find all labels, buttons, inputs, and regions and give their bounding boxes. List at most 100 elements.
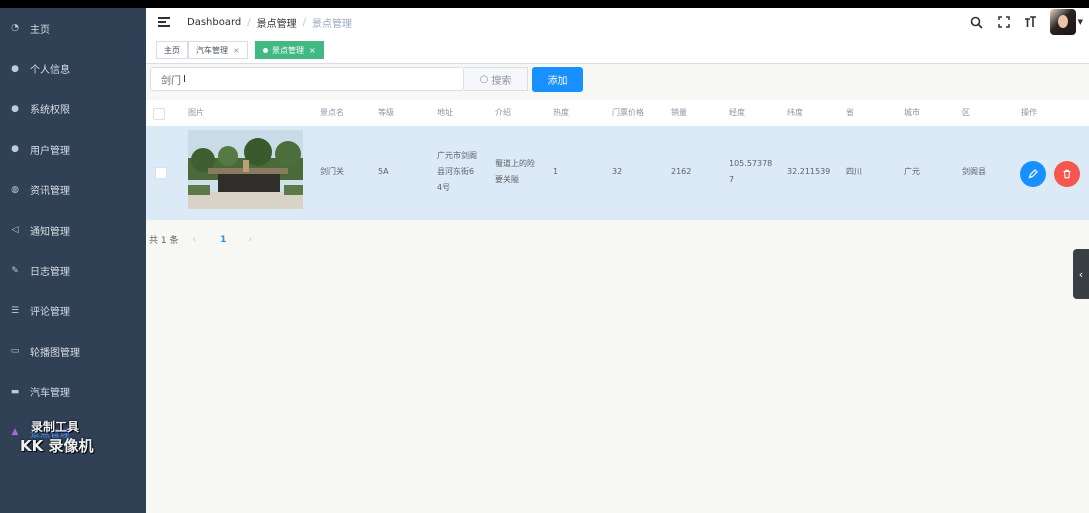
select-all-checkbox[interactable] xyxy=(153,108,165,120)
column-header: 操作 xyxy=(1021,108,1037,117)
chevron-left-icon: ‹ xyxy=(1078,267,1084,281)
edit-button[interactable] xyxy=(1020,161,1046,187)
search-input[interactable]: 剑门 I xyxy=(150,67,464,91)
tag-attractions[interactable]: 景点管理 × xyxy=(255,41,324,59)
search-icon[interactable] xyxy=(969,14,985,30)
pagination: 共 1 条 ‹ 1 › xyxy=(149,233,252,247)
close-icon[interactable]: × xyxy=(309,46,316,55)
next-page-icon[interactable]: › xyxy=(248,235,252,245)
user-lock-icon: ● xyxy=(11,103,19,114)
hamburger-icon[interactable] xyxy=(158,17,170,27)
cell-city: 广元 xyxy=(904,167,920,176)
right-menu: ▼ xyxy=(969,8,1089,36)
cell-address-line: 县河东街6 xyxy=(437,167,475,176)
cell-intro-line: 蜀道上的险 xyxy=(495,159,535,168)
cell-price: 32 xyxy=(612,167,623,176)
tag-label: 主页 xyxy=(164,45,180,55)
breadcrumb-separator: / xyxy=(302,16,307,28)
column-header: 区 xyxy=(962,108,970,117)
sidebar-item-label: 轮播图管理 xyxy=(30,347,80,359)
caret-down-icon[interactable]: ▼ xyxy=(1078,18,1083,26)
cell-longitude: 105.57378 7 xyxy=(729,156,772,188)
dashboard-icon: ◔ xyxy=(11,23,19,34)
cell-address: 广元市剑阁 县河东街6 4号 xyxy=(437,148,477,196)
column-header: 地址 xyxy=(437,108,453,117)
user-icon: ● xyxy=(11,63,19,74)
sidebar-item-label: 主页 xyxy=(30,24,50,36)
search-button[interactable]: ○ 搜索 xyxy=(464,67,528,91)
column-header: 介绍 xyxy=(495,108,511,117)
cell-intro: 蜀道上的险 要关隘 xyxy=(495,156,535,188)
sidebar-item-label: 用户管理 xyxy=(30,145,70,157)
page-number[interactable]: 1 xyxy=(220,235,226,245)
sidebar-item-notices[interactable]: ◁ 通知管理 xyxy=(0,210,146,250)
tag-label: 汽车管理 xyxy=(196,45,228,55)
sidebar-item-label: 通知管理 xyxy=(30,226,70,238)
sidebar-item-permissions[interactable]: ● 系统权限 xyxy=(0,89,146,129)
cell-longitude-line: 7 xyxy=(729,175,735,184)
megaphone-icon: ◁ xyxy=(11,225,19,236)
main-content: 剑门 I ○ 搜索 添加 图片 景点名 等级 地址 介绍 热度 门票价格 销量 经… xyxy=(146,64,1089,513)
cell-intro-line: 要关隘 xyxy=(495,175,519,184)
row-checkbox[interactable] xyxy=(155,167,167,179)
trash-icon xyxy=(1063,169,1071,179)
tags-view: 主页 汽车管理 × 景点管理 × xyxy=(146,36,1089,64)
avatar[interactable] xyxy=(1049,9,1076,35)
car-icon: ▬ xyxy=(10,386,20,397)
sidebar-item-users[interactable]: ● 用户管理 xyxy=(0,129,146,169)
tag-home[interactable]: 主页 xyxy=(156,41,188,59)
watermark-line1: 录制工具 xyxy=(31,420,80,434)
fullscreen-icon[interactable] xyxy=(996,14,1012,30)
sidebar-item-label: 资讯管理 xyxy=(30,186,70,198)
search-input-value: 剑门 xyxy=(161,75,181,87)
font-size-icon[interactable] xyxy=(1023,14,1039,30)
cell-level: 5A xyxy=(378,167,389,176)
add-button[interactable]: 添加 xyxy=(532,67,583,92)
breadcrumb: Dashboard / 景点管理 / 景点管理 xyxy=(187,15,352,30)
watermark-line2: KK 录像机 xyxy=(20,437,94,455)
cell-name: 剑门关 xyxy=(320,167,344,176)
close-icon[interactable]: × xyxy=(233,46,240,55)
delete-button[interactable] xyxy=(1054,161,1080,187)
settings-drawer-handle[interactable]: ‹ xyxy=(1073,249,1089,299)
active-dot-icon xyxy=(263,47,268,53)
table-header: 图片 景点名 等级 地址 介绍 热度 门票价格 销量 经度 纬度 省 城市 区 … xyxy=(146,100,1089,126)
image-icon: ▭ xyxy=(10,346,20,357)
column-header: 销量 xyxy=(671,108,687,117)
cell-province: 四川 xyxy=(846,167,862,176)
cell-latitude: 32.211539 xyxy=(787,167,831,176)
sidebar-item-cars[interactable]: ▬ 汽车管理 xyxy=(0,372,146,412)
recorder-watermark: 录制工具 KK 录像机 xyxy=(20,418,93,456)
prev-page-icon[interactable]: ‹ xyxy=(192,235,196,245)
tag-label: 景点管理 xyxy=(272,45,304,55)
column-header: 热度 xyxy=(553,108,569,117)
edit-icon xyxy=(1028,169,1038,179)
add-button-label: 添加 xyxy=(547,76,568,87)
cell-address-line: 4号 xyxy=(437,183,451,192)
column-header: 图片 xyxy=(188,108,204,117)
sidebar-item-comments[interactable]: ☰ 评论管理 xyxy=(0,291,146,331)
column-header: 纬度 xyxy=(787,108,803,117)
sidebar-item-home[interactable]: ◔ 主页 xyxy=(0,8,146,48)
tag-cars[interactable]: 汽车管理 × xyxy=(188,41,248,59)
navbar: Dashboard / 景点管理 / 景点管理 ▼ xyxy=(146,8,1089,36)
breadcrumb-item[interactable]: 景点管理 xyxy=(257,15,297,30)
cell-longitude-line: 105.57378 xyxy=(729,159,773,168)
sidebar-item-label: 个人信息 xyxy=(30,65,70,77)
sidebar-item-news[interactable]: ◍ 资讯管理 xyxy=(0,170,146,210)
search-button-label: 搜索 xyxy=(491,75,512,87)
sidebar-item-logs[interactable]: ✎ 日志管理 xyxy=(0,250,146,290)
cell-hot: 1 xyxy=(553,167,559,176)
sidebar-item-profile[interactable]: ● 个人信息 xyxy=(0,48,146,88)
users-icon: ● xyxy=(11,144,19,155)
column-header: 景点名 xyxy=(320,108,344,117)
column-header: 省 xyxy=(846,108,854,117)
sidebar-item-label: 日志管理 xyxy=(30,267,70,279)
cell-address-line: 广元市剑阁 xyxy=(437,151,477,160)
globe-icon: ◍ xyxy=(11,184,19,195)
list-icon: ☰ xyxy=(10,305,20,316)
breadcrumb-item[interactable]: Dashboard xyxy=(187,17,241,28)
sidebar-item-carousel[interactable]: ▭ 轮播图管理 xyxy=(0,331,146,371)
sidebar-item-label: 评论管理 xyxy=(30,307,70,319)
feather-icon: ✎ xyxy=(11,265,19,276)
